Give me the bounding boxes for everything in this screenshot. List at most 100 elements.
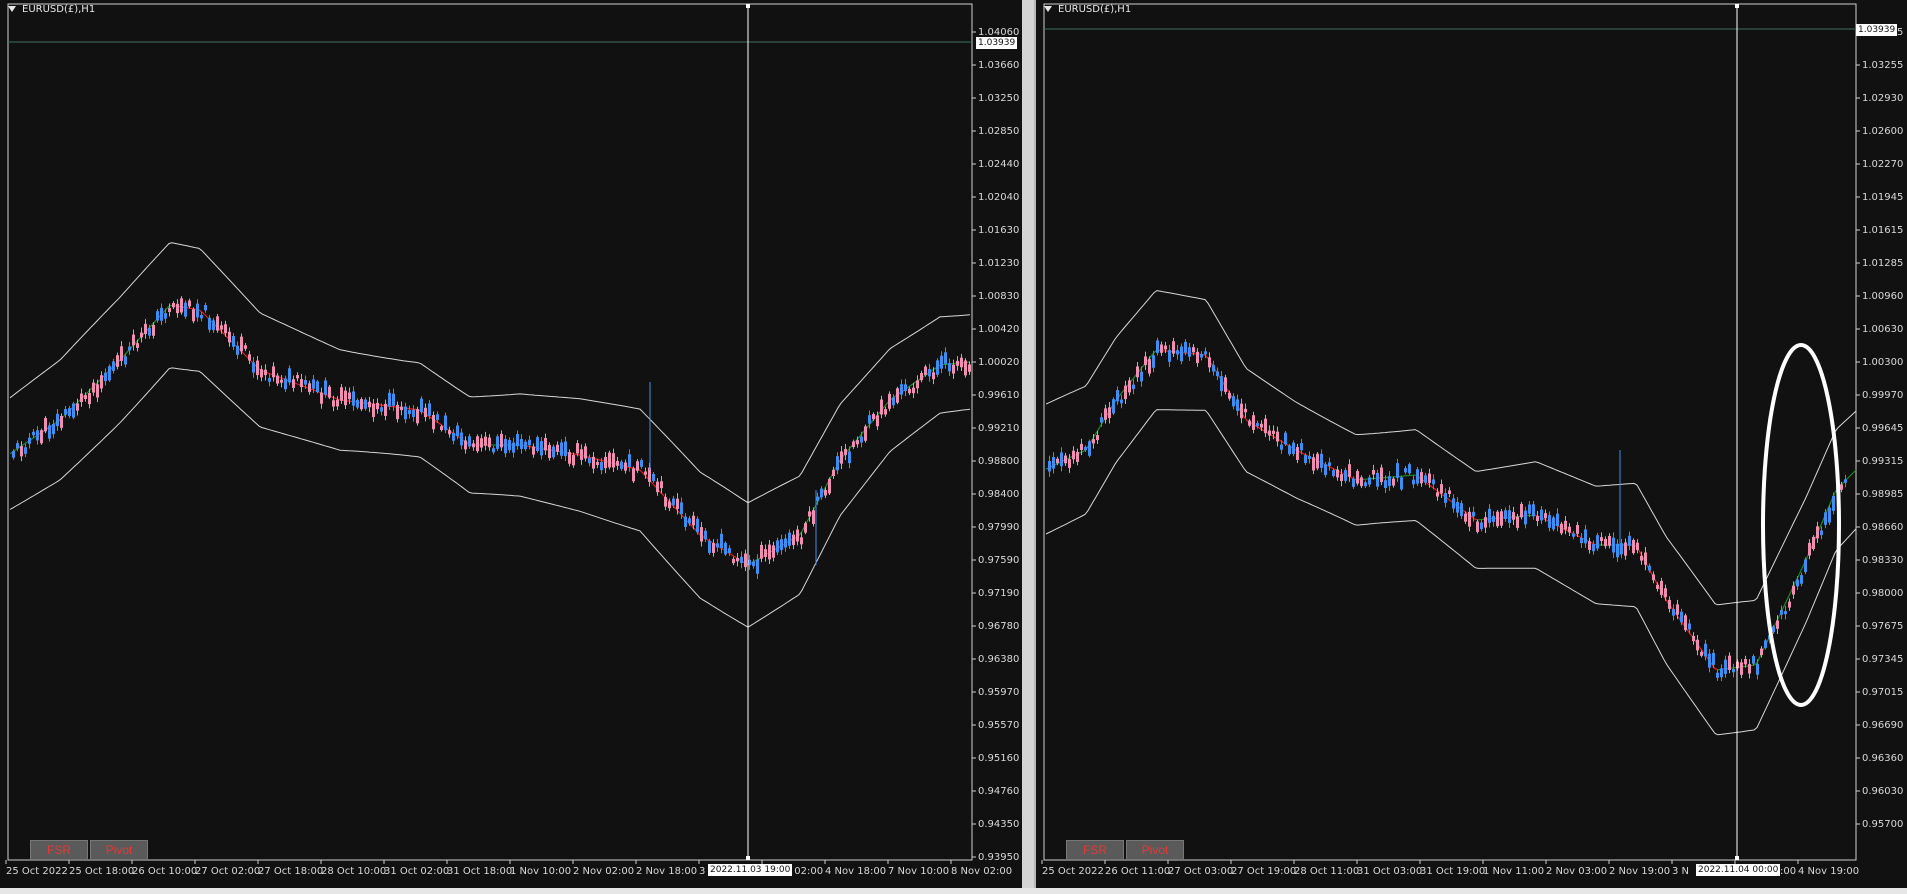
candle-body xyxy=(496,436,499,449)
candle-body xyxy=(60,415,63,428)
candle-body xyxy=(248,354,251,361)
candle-body xyxy=(156,311,159,321)
candle-body xyxy=(544,438,547,451)
candle-body xyxy=(44,417,47,432)
candle-body xyxy=(132,334,135,346)
window-splitter[interactable] xyxy=(1022,0,1034,894)
y-tick-label: 0.94350 xyxy=(978,819,1019,830)
candle-body xyxy=(152,325,155,336)
candle-body xyxy=(1528,504,1531,514)
candle-body xyxy=(1400,477,1403,490)
candle-body xyxy=(1144,356,1147,366)
candle-body xyxy=(1700,651,1703,656)
candle-body xyxy=(768,544,771,560)
pivot-button[interactable]: Pivot xyxy=(90,840,148,860)
candle-body xyxy=(824,489,827,496)
candle-body xyxy=(1248,420,1251,426)
candle-body xyxy=(1092,439,1095,444)
crosshair-handle xyxy=(746,4,750,8)
candle-body xyxy=(556,444,559,452)
y-tick-label: 1.00020 xyxy=(978,357,1019,368)
y-tick-label: 0.96380 xyxy=(978,654,1019,665)
crosshair-handle xyxy=(1735,4,1739,8)
candle-body xyxy=(284,378,287,390)
candle-body xyxy=(1052,457,1055,469)
candle-body xyxy=(1480,522,1483,530)
candle-body xyxy=(1224,377,1227,392)
fsr-button[interactable]: FSR xyxy=(1066,840,1124,860)
candle-body xyxy=(308,383,311,393)
candle-body xyxy=(376,402,379,410)
candle-body xyxy=(236,345,239,355)
candle-body xyxy=(1640,555,1643,561)
y-tick-label: 1.03250 xyxy=(978,93,1019,104)
candle-body xyxy=(96,384,99,398)
x-tick-label: 1 Nov 10:00 xyxy=(510,866,571,877)
pivot-button[interactable]: Pivot xyxy=(1126,840,1184,860)
candle-body xyxy=(1596,535,1599,549)
candle-body xyxy=(704,530,707,540)
candle-body xyxy=(1088,441,1091,456)
moving-average-segment xyxy=(201,311,206,316)
candle-body xyxy=(620,461,623,470)
candle-body xyxy=(1060,452,1063,467)
candle-body xyxy=(968,364,971,372)
candle-body xyxy=(848,451,851,464)
moving-average-segment xyxy=(639,469,644,474)
candle-body xyxy=(40,430,43,444)
price-chart-right[interactable]: 1.035851.032551.029301.026001.022701.019… xyxy=(1036,0,1907,894)
candle-body xyxy=(916,380,919,389)
candle-body xyxy=(552,446,555,458)
candle-body xyxy=(1136,366,1139,378)
candle-body xyxy=(1520,503,1523,518)
candle-body xyxy=(1360,477,1363,487)
y-tick-label: 0.98400 xyxy=(978,489,1019,500)
candle-body xyxy=(1196,351,1199,364)
candle-body xyxy=(608,452,611,468)
candle-body xyxy=(1312,457,1315,471)
candle-body xyxy=(624,462,627,471)
candle-body xyxy=(1564,520,1567,530)
candle-body xyxy=(952,364,955,374)
candle-body xyxy=(1200,353,1203,358)
candle-body xyxy=(600,462,603,471)
candle-body xyxy=(372,403,375,418)
x-tick-label: 27 Oct 19:00 xyxy=(1231,866,1296,877)
candle-body xyxy=(1724,659,1727,674)
candle-body xyxy=(1356,471,1359,484)
candle-body xyxy=(260,369,263,378)
x-tick-label: 25 Oct 18:00 xyxy=(69,866,134,877)
candle-body xyxy=(836,456,839,471)
moving-average-segment xyxy=(1447,498,1452,502)
candle-body xyxy=(1124,385,1127,400)
candle-body xyxy=(1072,450,1075,460)
candle-body xyxy=(784,538,787,548)
candle-body xyxy=(1572,533,1575,537)
candle-body xyxy=(1544,513,1547,519)
candle-body xyxy=(120,346,123,361)
candle-body xyxy=(1568,526,1571,533)
price-chart-left[interactable]: 1.040601.036601.032501.028501.024401.020… xyxy=(0,0,1022,894)
candle-body xyxy=(1844,479,1847,483)
upper-band xyxy=(9,242,971,504)
y-tick-label: 0.97345 xyxy=(1862,654,1903,665)
candle-body xyxy=(196,303,199,318)
candle-body xyxy=(1744,658,1747,665)
chart-window-left[interactable]: EURUSD(£),H1 1.04060 1.03660 1.03250 1.0285… xyxy=(0,0,1024,894)
candle-body xyxy=(144,323,147,335)
candle-body xyxy=(408,410,411,415)
fsr-button[interactable]: FSR xyxy=(30,840,88,860)
x-tick-label: 2 Nov 18:00 xyxy=(636,866,697,877)
candle-body xyxy=(680,502,683,515)
y-tick-label: 1.03255 xyxy=(1862,60,1903,71)
candle-body xyxy=(380,407,383,412)
candle-body xyxy=(1496,511,1499,527)
chart-window-right[interactable]: EURUSD(£),H1 1.035851.032551.029301.0260… xyxy=(1034,0,1907,894)
candle-body xyxy=(432,415,435,430)
candle-body xyxy=(1468,511,1471,527)
candle-body xyxy=(24,447,27,454)
candle-body xyxy=(964,360,967,376)
candle-body xyxy=(1148,359,1151,374)
moving-average-segment xyxy=(204,314,209,319)
candle-body xyxy=(20,445,23,457)
